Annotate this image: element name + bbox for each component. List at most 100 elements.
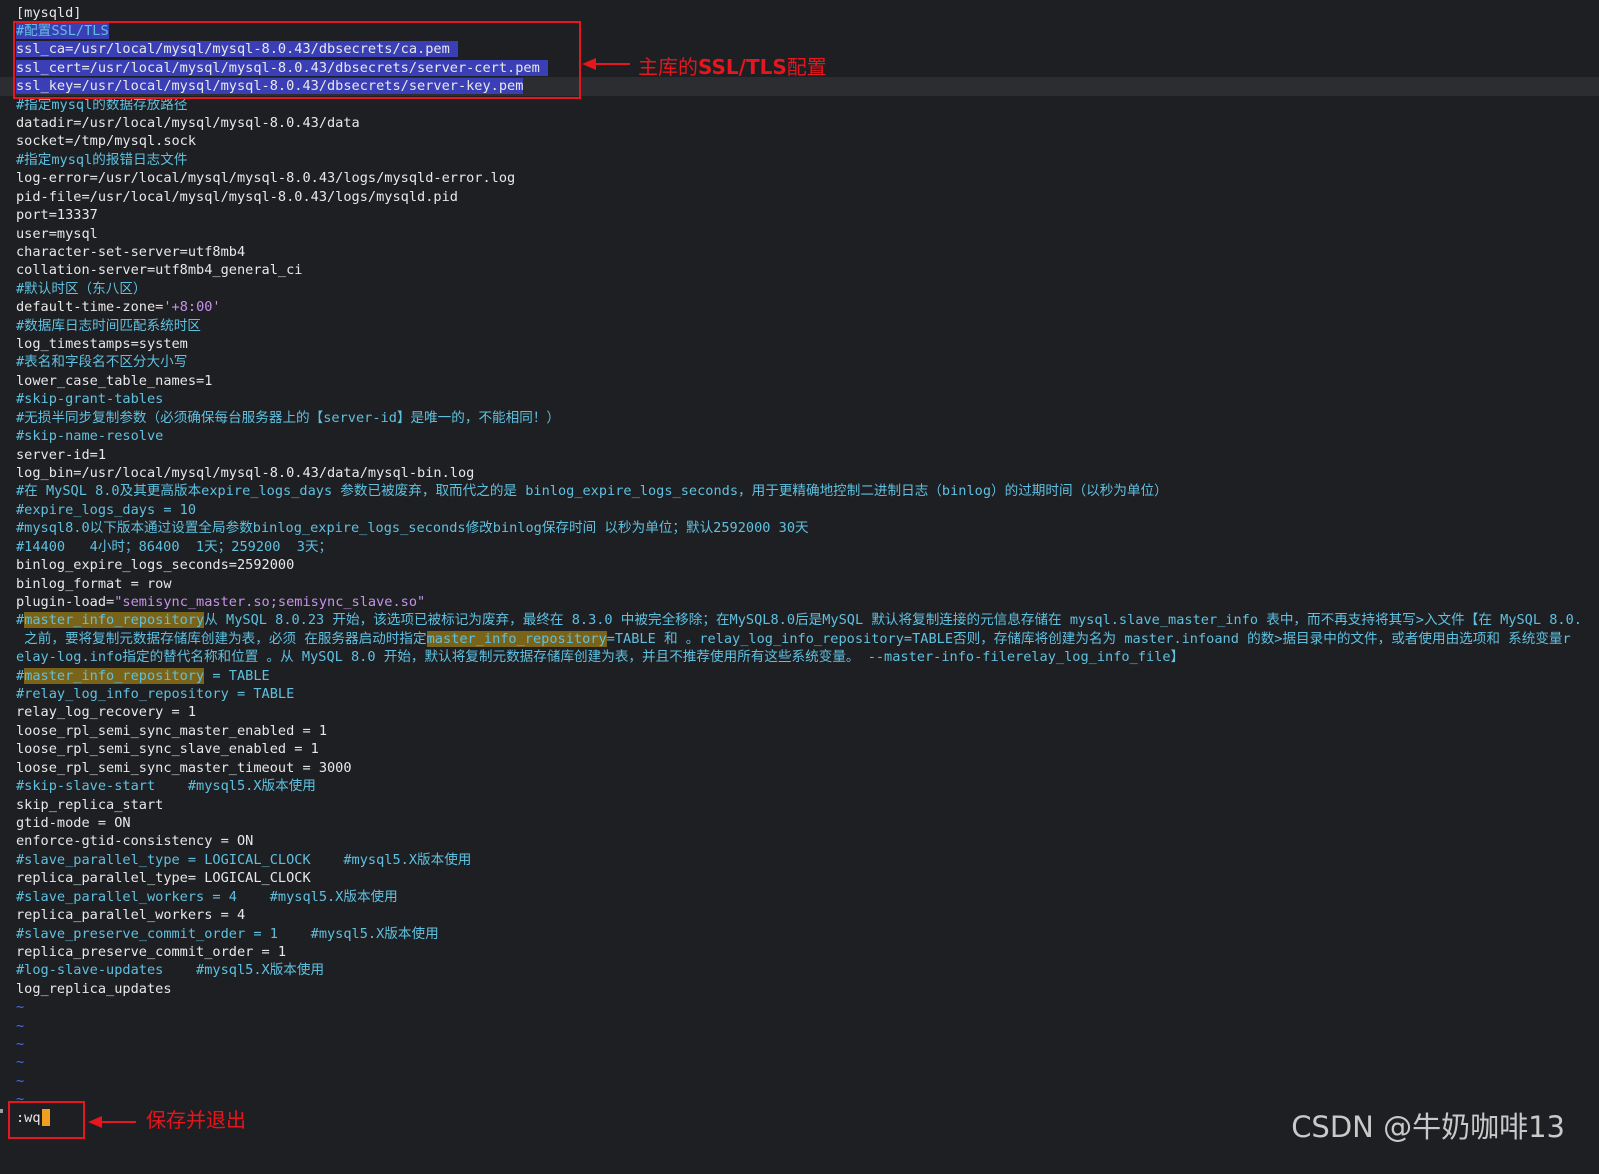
comment-text: #skip-name-resolve: [16, 428, 164, 445]
code-line[interactable]: datadir=/usr/local/mysql/mysql-8.0.43/da…: [16, 114, 360, 133]
code-line[interactable]: port=13337: [16, 206, 98, 225]
comment-text: #默认时区（东八区）: [16, 280, 147, 297]
code-text: gtid-mode = ON: [16, 814, 131, 831]
comment-text: = TABLE: [204, 667, 270, 684]
code-line[interactable]: loose_rpl_semi_sync_slave_enabled = 1: [16, 740, 319, 759]
comment-text: #slave_parallel_type = LOGICAL_CLOCK #my…: [16, 851, 472, 868]
code-text: replica_parallel_workers = 4: [16, 907, 246, 924]
code-line[interactable]: log_timestamps=system: [16, 335, 188, 354]
code-line[interactable]: #relay_log_info_repository = TABLE: [16, 685, 294, 704]
left-edge-marker: [0, 1109, 3, 1113]
empty-buffer-line[interactable]: ~: [16, 1035, 24, 1054]
code-line[interactable]: log_bin=/usr/local/mysql/mysql-8.0.43/da…: [16, 464, 474, 483]
vim-editor[interactable]: [mysqld] #配置SSL/TLS ssl_ca=/usr/local/mysq…: [0, 0, 1599, 1174]
code-line[interactable]: #skip-grant-tables: [16, 390, 163, 409]
ssl-config-annotation: 主库的SSL/TLS配置: [638, 51, 827, 80]
empty-buffer-line[interactable]: ~: [16, 1072, 24, 1091]
code-text: enforce-gtid-consistency = ON: [16, 833, 254, 850]
code-text: '+8:00': [163, 299, 221, 316]
code-line[interactable]: character-set-server=utf8mb4: [16, 243, 245, 262]
code-line[interactable]: #slave_preserve_commit_order = 1 #mysql5…: [16, 925, 439, 944]
code-line[interactable]: #14400 4小时；86400 1天；259200 3天；: [16, 538, 332, 557]
code-line[interactable]: #master_info_repository从 MySQL 8.0.23 开始…: [16, 611, 1582, 630]
comment-text: 之前，要将复制元数据存储库创建为表，必须 在服务器启动时指定: [16, 630, 427, 647]
empty-buffer-line[interactable]: ~: [16, 1017, 24, 1036]
comment-text: #expire_logs_days = 10: [16, 501, 197, 518]
code-text: port=13337: [16, 207, 98, 224]
code-text: lower_case_table_names=1: [16, 372, 213, 389]
code-line[interactable]: #slave_parallel_type = LOGICAL_CLOCK #my…: [16, 851, 471, 870]
code-line[interactable]: #skip-name-resolve: [16, 427, 163, 446]
code-text: binlog_format = row: [16, 575, 172, 592]
code-line[interactable]: socket=/tmp/mysql.sock: [16, 132, 196, 151]
code-line[interactable]: enforce-gtid-consistency = ON: [16, 832, 253, 851]
code-line[interactable]: binlog_expire_logs_seconds=2592000: [16, 556, 294, 575]
code-text: ~: [16, 1017, 25, 1034]
code-line[interactable]: #master_info_repository = TABLE: [16, 667, 270, 686]
comment-text: =TABLE 和 。relay_log_info_repository=TABL…: [606, 630, 1571, 647]
ssl-annotation-suffix: 配置: [786, 55, 827, 79]
comment-text: #: [16, 667, 25, 684]
code-line[interactable]: replica_preserve_commit_order = 1: [16, 943, 286, 962]
ssl-annotation-bold: SSL/TLS: [698, 55, 787, 79]
code-line[interactable]: loose_rpl_semi_sync_master_enabled = 1: [16, 722, 327, 741]
empty-buffer-line[interactable]: ~: [16, 998, 24, 1017]
code-text: log-error=/usr/local/mysql/mysql-8.0.43/…: [16, 170, 516, 187]
code-text: socket=/tmp/mysql.sock: [16, 133, 197, 150]
code-text: binlog_expire_logs_seconds=2592000: [16, 557, 295, 574]
code-line[interactable]: replica_parallel_type= LOGICAL_CLOCK: [16, 869, 311, 888]
comment-text: #: [16, 612, 25, 629]
code-line[interactable]: elay-log.info指定的替代名称和位置 。从 MySQL 8.0 开始，…: [16, 648, 1184, 667]
code-line[interactable]: #表名和字段名不区分大小写: [16, 353, 187, 372]
code-text: loose_rpl_semi_sync_master_timeout = 300…: [16, 759, 352, 776]
code-line[interactable]: user=mysql: [16, 225, 98, 244]
code-line[interactable]: #expire_logs_days = 10: [16, 501, 196, 520]
code-text: replica_preserve_commit_order = 1: [16, 943, 287, 960]
code-line[interactable]: collation-server=utf8mb4_general_ci: [16, 261, 302, 280]
comment-text: #log-slave-updates #mysql5.X版本使用: [16, 962, 325, 979]
code-text: collation-server=utf8mb4_general_ci: [16, 262, 303, 279]
code-line[interactable]: #数据库日志时间匹配系统时区: [16, 317, 201, 336]
comment-text: #slave_preserve_commit_order = 1 #mysql5…: [16, 925, 439, 942]
code-text: character-set-server=utf8mb4: [16, 243, 246, 260]
code-line[interactable]: [mysqld]: [16, 4, 81, 23]
code-line[interactable]: default-time-zone='+8:00': [16, 298, 221, 317]
code-line[interactable]: #log-slave-updates #mysql5.X版本使用: [16, 961, 324, 980]
comment-text: #relay_log_info_repository = TABLE: [16, 686, 295, 703]
code-line[interactable]: lower_case_table_names=1: [16, 372, 212, 391]
code-text: replica_parallel_type= LOGICAL_CLOCK: [16, 870, 311, 887]
code-line[interactable]: #默认时区（东八区）: [16, 280, 147, 299]
code-line[interactable]: log_replica_updates: [16, 980, 172, 999]
code-line[interactable]: log-error=/usr/local/mysql/mysql-8.0.43/…: [16, 169, 515, 188]
code-line[interactable]: gtid-mode = ON: [16, 814, 131, 833]
comment-text: elay-log.info指定的替代名称和位置 。从 MySQL 8.0 开始，…: [16, 649, 1185, 666]
code-line[interactable]: relay_log_recovery = 1: [16, 703, 196, 722]
code-line[interactable]: #指定mysql的报错日志文件: [16, 151, 187, 170]
comment-text: #slave_parallel_workers = 4 #mysql5.X版本使…: [16, 888, 398, 905]
code-line[interactable]: #在 MySQL 8.0及其更高版本expire_logs_days 参数已被废…: [16, 482, 1168, 501]
code-line[interactable]: #slave_parallel_workers = 4 #mysql5.X版本使…: [16, 888, 398, 907]
comment-text: #14400 4小时；86400 1天；259200 3天；: [16, 538, 333, 555]
code-text: loose_rpl_semi_sync_slave_enabled = 1: [16, 741, 319, 758]
comment-text: #mysql8.0以下版本通过设置全局参数binlog_expire_logs_…: [16, 520, 809, 537]
code-text: ~: [16, 1036, 25, 1053]
empty-buffer-line[interactable]: ~: [16, 1053, 24, 1072]
code-line[interactable]: #skip-slave-start #mysql5.X版本使用: [16, 777, 316, 796]
code-line[interactable]: #mysql8.0以下版本通过设置全局参数binlog_expire_logs_…: [16, 519, 809, 538]
code-line[interactable]: skip_replica_start: [16, 796, 163, 815]
code-line[interactable]: loose_rpl_semi_sync_master_timeout = 300…: [16, 759, 352, 778]
ssl-arrow-line: [594, 63, 630, 65]
comment-text: 从 MySQL 8.0.23 开始，该选项已被标记为废弃，最终在 8.3.0 中…: [204, 612, 1582, 629]
code-line[interactable]: server-id=1: [16, 446, 106, 465]
code-line[interactable]: 之前，要将复制元数据存储库创建为表，必须 在服务器启动时指定master_inf…: [16, 630, 1571, 649]
code-line[interactable]: replica_parallel_workers = 4: [16, 906, 245, 925]
code-line[interactable]: plugin-load="semisync_master.so;semisync…: [16, 593, 425, 612]
code-line[interactable]: binlog_format = row: [16, 575, 172, 594]
comment-text: #表名和字段名不区分大小写: [16, 354, 188, 371]
search-match: master_info_repository: [426, 630, 607, 647]
code-text: default-time-zone=: [16, 299, 164, 316]
code-line[interactable]: #无损半同步复制参数（必须确保每台服务器上的【server-id】是唯一的，不能…: [16, 409, 560, 428]
code-line[interactable]: pid-file=/usr/local/mysql/mysql-8.0.43/l…: [16, 188, 458, 207]
code-text: user=mysql: [16, 225, 98, 242]
comment-text: #skip-grant-tables: [16, 391, 164, 408]
